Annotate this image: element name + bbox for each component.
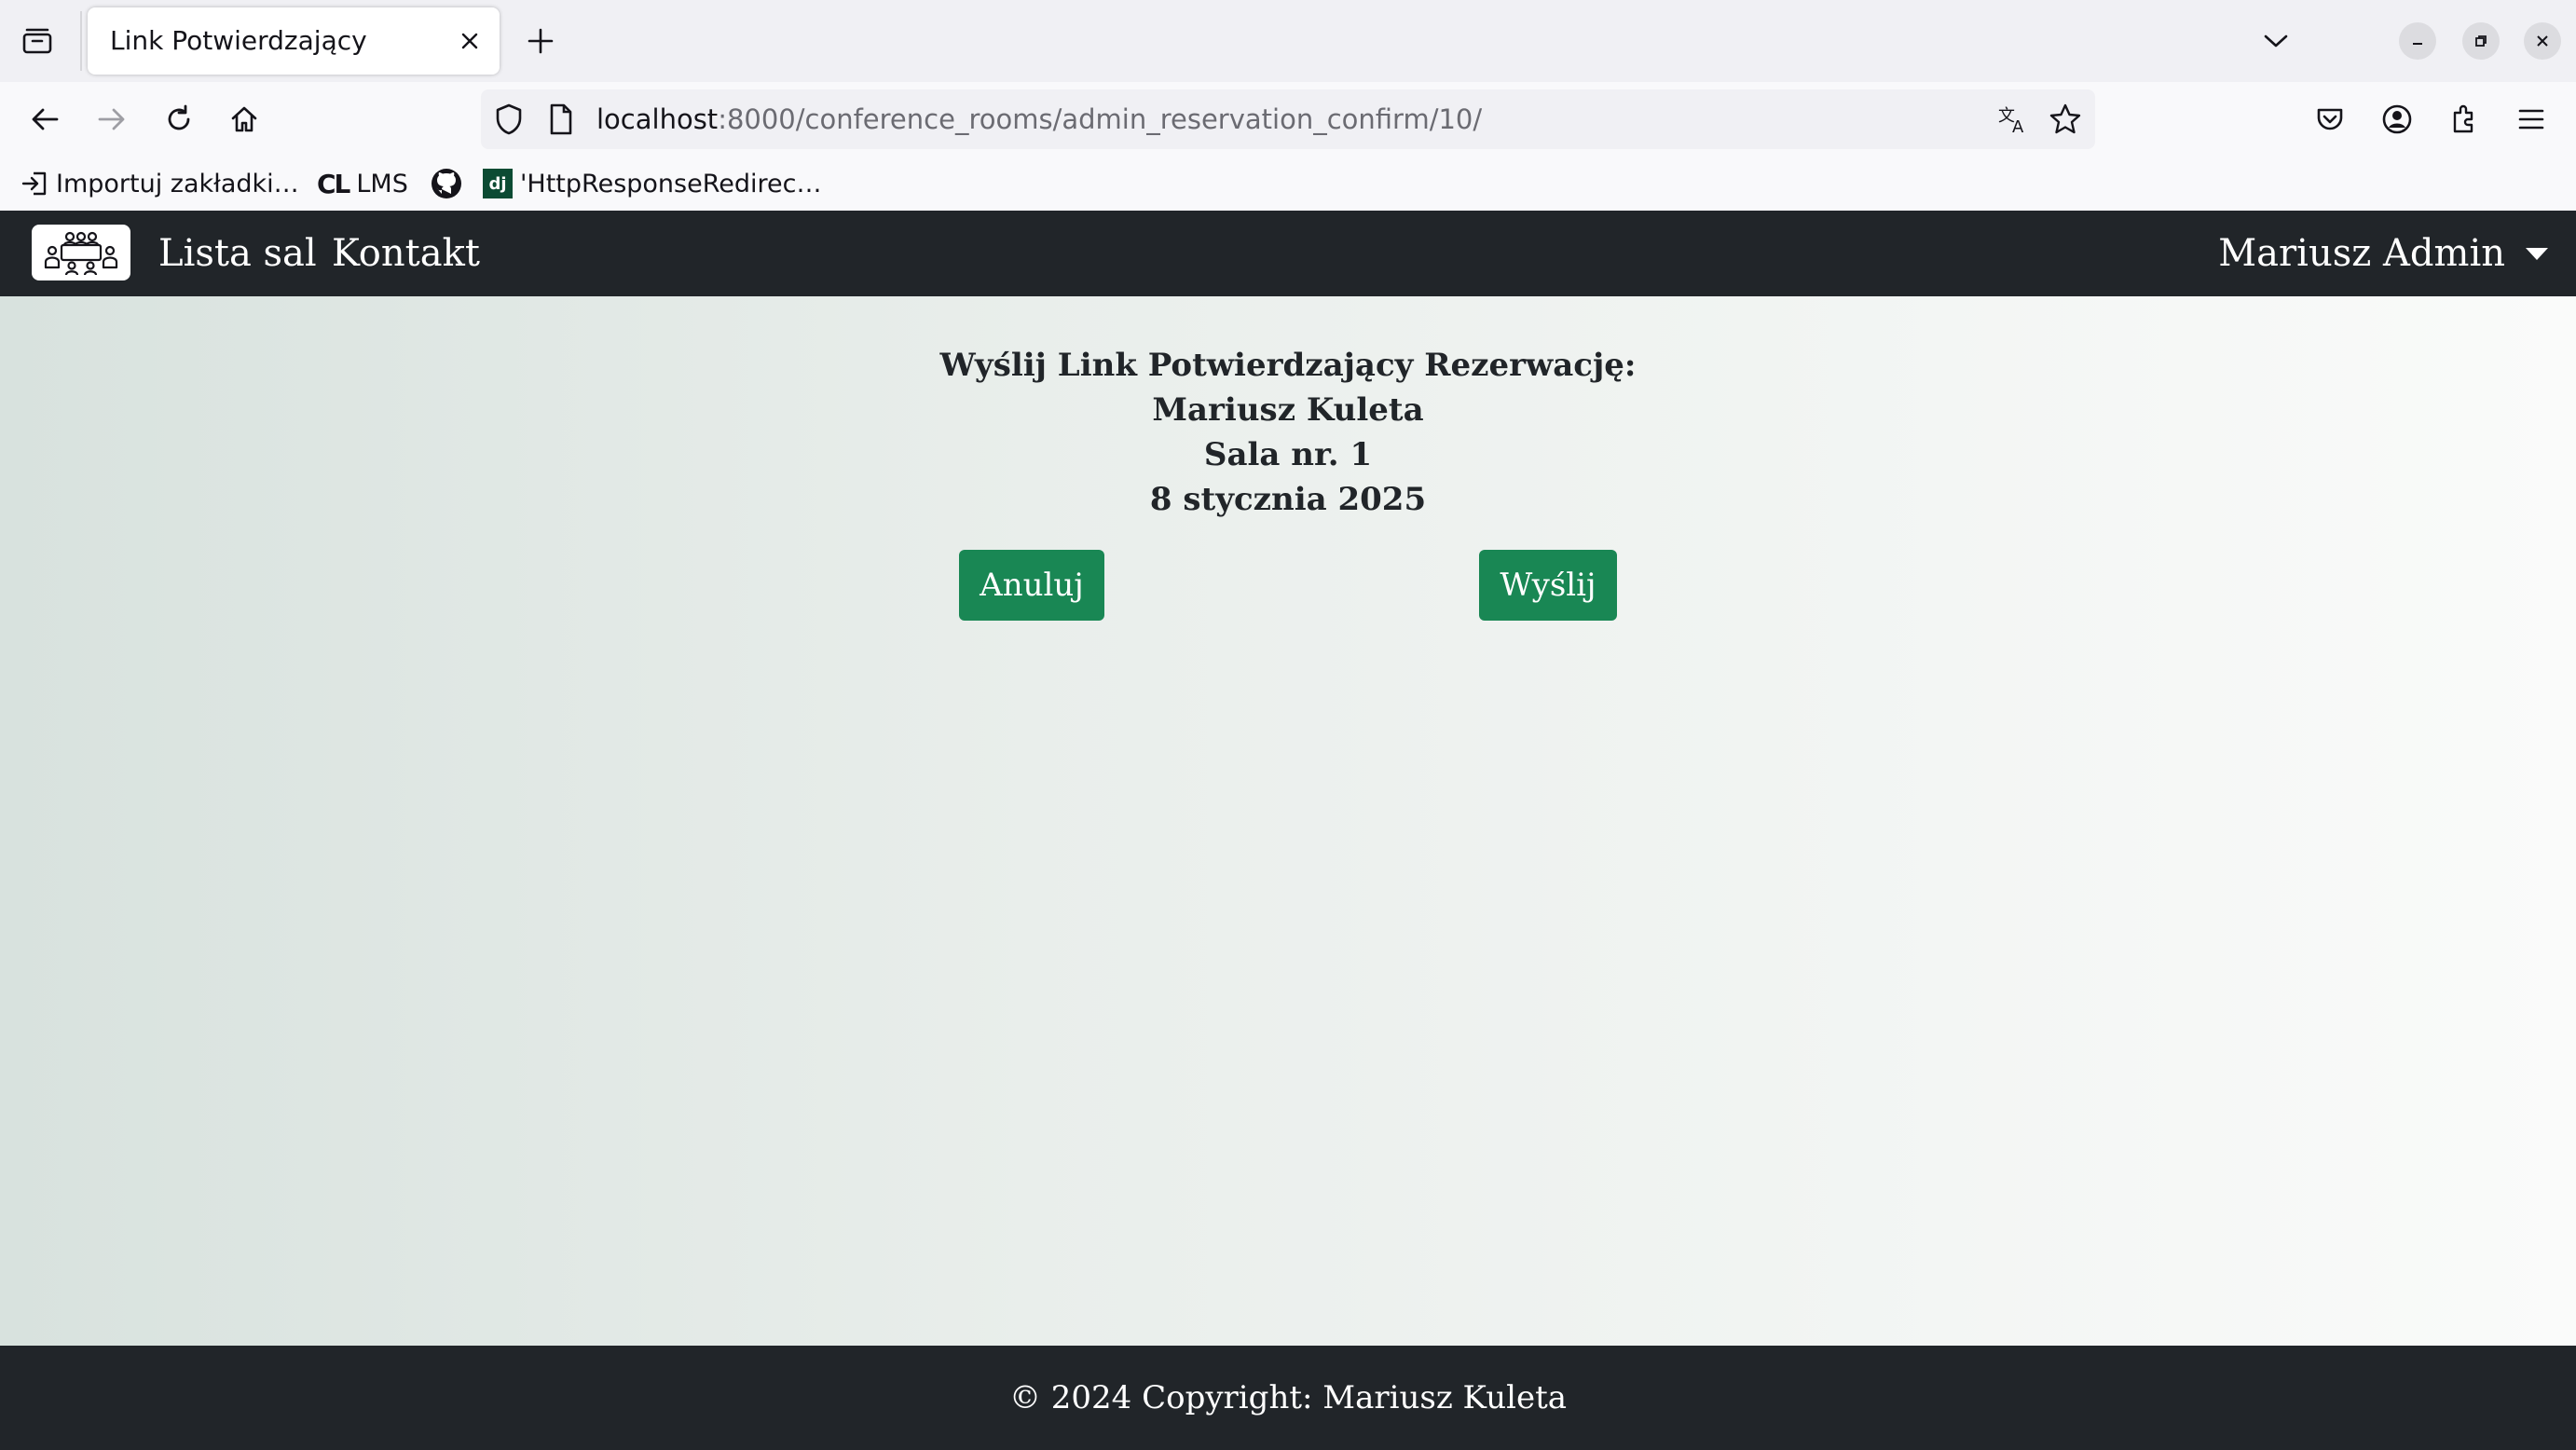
github-icon	[431, 168, 462, 199]
menu-hamburger-icon[interactable]	[2509, 97, 2554, 142]
active-tab[interactable]: Link Potwierdzający	[88, 7, 500, 75]
bookmark-httpresponseredirect[interactable]: dj 'HttpResponseRedirec…	[483, 157, 821, 211]
close-tab-icon[interactable]	[453, 24, 486, 58]
reservation-room: Sala nr. 1	[1203, 436, 1373, 473]
page-info-icon[interactable]	[548, 103, 574, 140]
svg-text:A: A	[2012, 117, 2024, 136]
reload-icon[interactable]	[157, 97, 201, 142]
reservation-date: 8 stycznia 2025	[1149, 481, 1427, 518]
restore-window-icon[interactable]	[2462, 22, 2500, 60]
bookmark-import[interactable]: Importuj zakładki…	[21, 157, 299, 211]
url-bar[interactable]: localhost:8000/conference_rooms/admin_re…	[481, 89, 2095, 149]
list-all-tabs-chevron-icon[interactable]	[2254, 19, 2298, 63]
browser-navigation-bar: localhost:8000/conference_rooms/admin_re…	[0, 82, 2576, 157]
bookmark-label: Importuj zakładki…	[56, 169, 299, 198]
forward-arrow-icon[interactable]	[89, 97, 134, 142]
copyright-text: © 2024 Copyright: Mariusz Kuleta	[1008, 1379, 1568, 1416]
reservation-person: Mariusz Kuleta	[1152, 391, 1424, 429]
url-text[interactable]: localhost:8000/conference_rooms/admin_re…	[596, 89, 1482, 149]
bookmark-label: 'HttpResponseRedirec…	[520, 169, 822, 198]
translate-icon[interactable]: 文A	[1996, 103, 2030, 140]
conference-room-logo-icon[interactable]	[32, 225, 130, 280]
bookmark-star-icon[interactable]	[2048, 103, 2082, 140]
main-content: Wyślij Link Potwierdzający Rezerwację: M…	[0, 296, 2576, 1346]
send-button[interactable]: Wyślij	[1479, 550, 1617, 621]
url-host: localhost	[596, 103, 719, 135]
bookmarks-toolbar: Importuj zakładki… CL LMS dj 'HttpRespon…	[0, 157, 2576, 211]
tab-separator	[80, 11, 82, 71]
browser-tab-bar: Link Potwierdzający	[0, 0, 2576, 82]
account-icon[interactable]	[2375, 97, 2419, 142]
home-icon[interactable]	[222, 97, 267, 142]
tracking-protection-shield-icon[interactable]	[494, 103, 524, 140]
cancel-button[interactable]: Anuluj	[959, 550, 1104, 621]
nav-link-lista-sal[interactable]: Lista sal	[158, 211, 317, 296]
tab-list-icon[interactable]	[13, 17, 62, 65]
close-window-icon[interactable]	[2524, 22, 2561, 60]
user-name: Mariusz Admin	[2218, 232, 2505, 275]
confirm-heading: Wyślij Link Potwierdzający Rezerwację:	[939, 347, 1637, 384]
back-arrow-icon[interactable]	[22, 97, 67, 142]
tab-title: Link Potwierdzający	[110, 25, 367, 56]
confirmation-summary: Wyślij Link Potwierdzający Rezerwację: M…	[0, 343, 2576, 522]
url-path: :8000/conference_rooms/admin_reservation…	[718, 103, 1483, 135]
site-footer: © 2024 Copyright: Mariusz Kuleta	[0, 1346, 2576, 1450]
django-icon: dj	[483, 169, 513, 198]
pocket-icon[interactable]	[2308, 97, 2352, 142]
extensions-icon[interactable]	[2442, 97, 2487, 142]
import-icon	[21, 170, 48, 198]
user-dropdown[interactable]: Mariusz Admin	[2218, 211, 2548, 296]
bookmark-lms[interactable]: CL LMS	[317, 157, 408, 211]
new-tab-icon[interactable]	[518, 19, 563, 63]
caret-down-icon	[2526, 247, 2548, 260]
bookmark-github[interactable]	[431, 157, 470, 211]
site-navbar: Lista sal Kontakt Mariusz Admin	[0, 211, 2576, 296]
minimize-window-icon[interactable]	[2399, 22, 2436, 60]
nav-link-kontakt[interactable]: Kontakt	[332, 211, 480, 296]
cl-logo-icon: CL	[317, 168, 350, 199]
bookmark-label: LMS	[356, 169, 408, 198]
